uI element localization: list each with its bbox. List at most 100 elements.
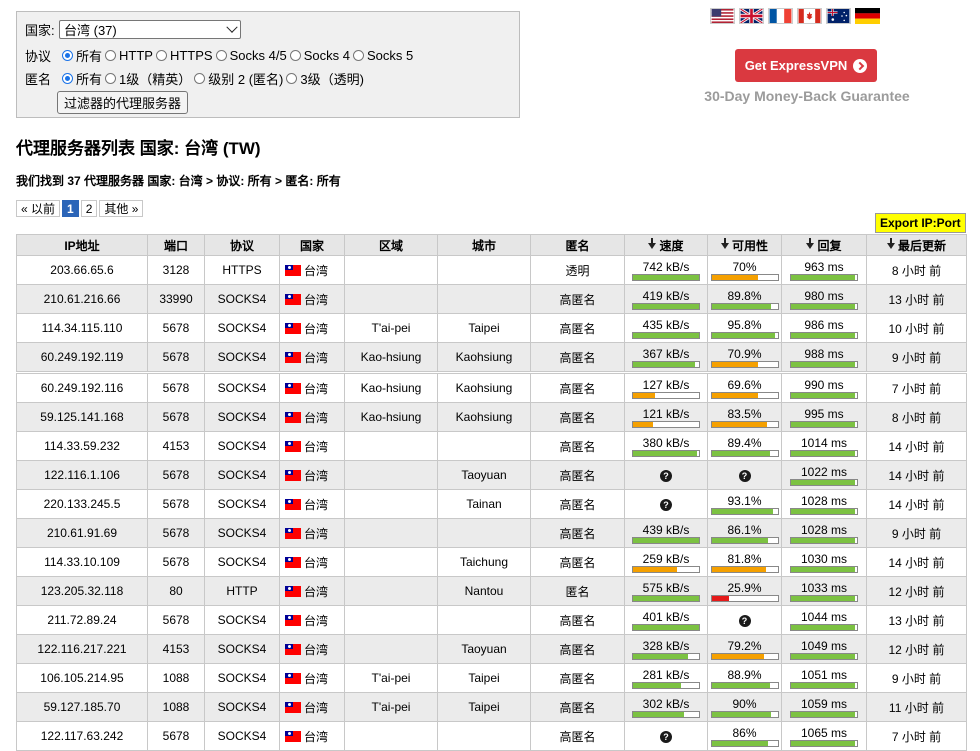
protocol-radio-2[interactable]: HTTPS <box>155 46 213 65</box>
country-row: 国家: 台湾 (37) <box>25 20 241 39</box>
uptime-bar-fill <box>711 566 766 572</box>
table-row[interactable]: 106.105.214.95 1088 SOCKS4 台湾 T'ai-pei Taipei… <box>16 663 967 693</box>
column-header[interactable]: 回复 <box>781 234 867 256</box>
port-cell: 5678 <box>147 371 205 403</box>
pager-other[interactable]: 其他 » <box>99 200 144 217</box>
filter-submit-button[interactable]: 过滤器的代理服务器 <box>57 91 189 114</box>
response-bar <box>790 420 858 428</box>
anonymity-cell: 高匿名 <box>530 431 625 461</box>
anonymity-radio-1[interactable]: 1级（精英） <box>105 69 191 88</box>
de-flag[interactable] <box>855 8 880 24</box>
protocol-radio-1[interactable]: HTTP <box>105 46 153 65</box>
table-row[interactable]: 114.33.59.232 4153 SOCKS4 台湾 高匿名 380 kB/s 89.4… <box>16 431 967 461</box>
response-value: 1014 ms <box>800 435 848 450</box>
radio-button-icon[interactable] <box>105 50 117 61</box>
fr-flag[interactable] <box>768 8 793 24</box>
speed-bar-fill <box>633 682 681 688</box>
pager-page-2[interactable]: 2 <box>80 200 98 217</box>
question-icon: ? <box>660 470 672 482</box>
anonymity-radio-2[interactable]: 级别 2 (匿名) <box>194 69 283 88</box>
protocol-radio-4[interactable]: Socks 4 <box>289 46 350 65</box>
anonymity-cell: 高匿名 <box>530 342 625 373</box>
column-header[interactable]: 可用性 <box>707 234 782 256</box>
table-row[interactable]: 122.117.63.242 5678 SOCKS4 台湾 高匿名? 86% 1065 ms… <box>16 721 967 751</box>
city-cell: Taipei <box>437 313 531 343</box>
radio-button-icon[interactable] <box>352 50 364 61</box>
column-header-label: 国家 <box>299 238 324 253</box>
radio-button-icon[interactable] <box>62 73 73 84</box>
speed-bar-fill <box>633 361 696 367</box>
uk-flag[interactable] <box>739 8 764 24</box>
table-row[interactable]: 114.34.115.110 5678 SOCKS4 台湾 T'ai-pei Taipei… <box>16 313 967 343</box>
response-bar <box>790 273 858 281</box>
speed-bar-fill <box>633 450 698 456</box>
table-row[interactable]: 123.205.32.118 80 HTTP 台湾 Nantou 匿名 575 kB/s 25… <box>16 576 967 606</box>
response-bar <box>790 449 858 457</box>
country-name: 台湾 <box>304 671 329 686</box>
country-select[interactable]: 台湾 (37) <box>59 20 241 39</box>
anonymity-radio-3[interactable]: 3级（透明) <box>286 69 364 88</box>
us-flag[interactable] <box>710 8 735 24</box>
table-row[interactable]: 114.33.10.109 5678 SOCKS4 台湾 Taichung 高匿名 259 … <box>16 547 967 577</box>
uptime-bar <box>710 273 779 281</box>
table-row[interactable]: 211.72.89.24 5678 SOCKS4 台湾 高匿名 401 kB/s? 1044… <box>16 605 967 635</box>
column-header: 国家 <box>279 234 345 256</box>
ca-flag[interactable] <box>797 8 822 24</box>
protocol-radio-0[interactable]: 所有 <box>62 46 102 65</box>
sort-arrow-icon <box>720 238 729 250</box>
country-name: 台湾 <box>304 439 329 454</box>
speed-bar <box>632 302 700 310</box>
expressvpn-button[interactable]: Get ExpressVPN <box>735 49 877 82</box>
au-flag[interactable] <box>826 8 851 24</box>
page-title: 代理服务器列表 国家: 台湾 (TW) <box>16 139 261 158</box>
uptime-value: 89.4% <box>727 435 762 450</box>
column-header[interactable]: 速度 <box>624 234 708 256</box>
table-row[interactable]: 60.249.192.119 5678 SOCKS4 台湾 Kao-hsiung Kaoh… <box>16 342 967 373</box>
anonymity-cell: 高匿名 <box>530 692 625 722</box>
pager-page-1[interactable]: 1 <box>62 200 79 217</box>
protocol-radio-3[interactable]: Socks 4/5 <box>215 46 287 65</box>
table-row[interactable]: 203.66.65.6 3128 HTTPS 台湾 透明 742 kB/s 70% 963 m… <box>16 255 967 285</box>
uptime-cell: 79.2% <box>707 634 782 664</box>
speed-value: 439 kB/s <box>642 522 690 537</box>
table-row[interactable]: 59.127.185.70 1088 SOCKS4 台湾 T'ai-pei Taipei 高… <box>16 692 967 722</box>
speed-cell: ? <box>624 460 708 490</box>
table-row[interactable]: 60.249.192.116 5678 SOCKS4 台湾 Kao-hsiung Kaoh… <box>16 371 967 403</box>
table-row[interactable]: 220.133.245.5 5678 SOCKS4 台湾 Tainan 高匿名? 93.1%… <box>16 489 967 519</box>
protocol-radio-5[interactable]: Socks 5 <box>352 46 413 65</box>
export-ip-port-button[interactable]: Export IP:Port <box>875 213 966 233</box>
uptime-bar-fill <box>711 682 771 688</box>
port-cell: 5678 <box>147 518 205 548</box>
table-row[interactable]: 59.125.141.168 5678 SOCKS4 台湾 Kao-hsiung Kaoh… <box>16 402 967 432</box>
ip-cell: 210.61.216.66 <box>16 284 148 314</box>
uptime-bar-fill <box>711 274 758 280</box>
pager-prev[interactable]: « 以前 <box>16 200 61 217</box>
protocol-label: 协议 <box>25 49 52 64</box>
city-cell: Taipei <box>437 692 531 722</box>
speed-bar-fill <box>633 624 699 630</box>
uptime-bar <box>710 507 779 515</box>
table-row[interactable]: 210.61.216.66 33990 SOCKS4 台湾 高匿名 419 kB/s 89.… <box>16 284 967 314</box>
ip-cell: 114.34.115.110 <box>16 313 148 343</box>
table-row[interactable]: 122.116.1.106 5678 SOCKS4 台湾 Taoyuan 高匿名?? 102… <box>16 460 967 490</box>
protocol-row: 协议 所有 HTTP HTTPS Socks 4/5 Socks 4 Socks 5 <box>25 46 416 65</box>
radio-button-icon[interactable] <box>215 50 227 61</box>
port-cell: 5678 <box>147 460 205 490</box>
speed-cell: ? <box>624 489 708 519</box>
table-row[interactable]: 122.116.217.221 4153 SOCKS4 台湾 Taoyuan 高匿名 328… <box>16 634 967 664</box>
radio-button-icon[interactable] <box>155 50 167 61</box>
speed-value: 419 kB/s <box>642 288 690 303</box>
radio-button-icon[interactable] <box>105 73 117 84</box>
country-cell: 台湾 <box>279 284 345 314</box>
uptime-value: 25.9% <box>727 580 762 595</box>
response-bar <box>790 391 858 399</box>
anonymity-radio-0[interactable]: 所有 <box>62 69 102 88</box>
radio-button-icon[interactable] <box>194 73 206 84</box>
radio-button-icon[interactable] <box>289 50 301 61</box>
city-cell: Nantou <box>437 576 531 606</box>
column-header[interactable]: 最后更新 <box>866 234 967 256</box>
taiwan-flag-icon <box>285 293 301 305</box>
table-row[interactable]: 210.61.91.69 5678 SOCKS4 台湾 高匿名 439 kB/s 86.1%… <box>16 518 967 548</box>
radio-button-icon[interactable] <box>286 73 298 84</box>
radio-button-icon[interactable] <box>62 50 73 61</box>
